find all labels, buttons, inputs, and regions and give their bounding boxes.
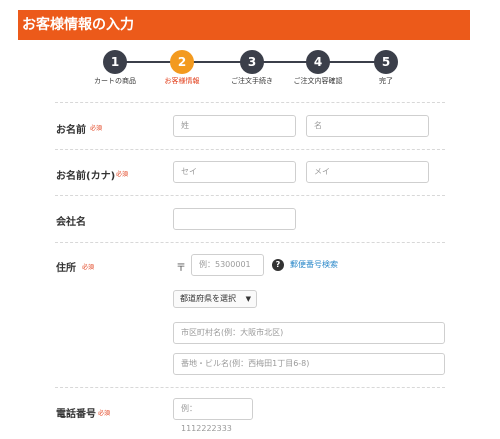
street-input[interactable]: 番地・ビル名(例：西梅田1丁目6-8) — [173, 353, 445, 375]
step-2-circle: 2 — [170, 50, 194, 74]
help-icon[interactable]: ? — [272, 259, 284, 271]
first-name-input[interactable]: 名 — [306, 115, 429, 137]
step-2-label: お客様情報 — [164, 77, 200, 85]
row-divider — [55, 195, 445, 196]
last-name-kana-input[interactable]: セイ — [173, 161, 296, 183]
address-label: 住所 — [56, 263, 76, 274]
company-input[interactable] — [173, 208, 296, 230]
postal-mark-icon: 〒 — [176, 263, 186, 274]
prefecture-select-value: 都道府県を選択 — [180, 294, 236, 303]
step-4-circle: 4 — [306, 50, 330, 74]
page-title: お客様情報の入力 — [22, 17, 134, 33]
postal-code-input[interactable]: 例：5300001 — [191, 254, 264, 276]
last-name-input[interactable]: 姓 — [173, 115, 296, 137]
phone-input[interactable]: 例：1112222333 — [173, 398, 253, 433]
step-5-circle: 5 — [374, 50, 398, 74]
name-label: お名前 — [56, 125, 86, 136]
step-5-label: 完了 — [379, 77, 393, 85]
step-1-circle: 1 — [103, 50, 127, 74]
row-divider — [55, 149, 445, 150]
first-name-kana-input[interactable]: メイ — [306, 161, 429, 183]
required-badge: 必須 — [98, 410, 111, 417]
city-input[interactable]: 市区町村名(例：大阪市北区) — [173, 322, 445, 344]
required-badge: 必須 — [116, 171, 129, 178]
chevron-down-icon: ▼ — [245, 295, 251, 303]
required-badge: 必須 — [90, 125, 103, 132]
phone-label: 電話番号 — [56, 409, 96, 420]
page-header: お客様情報の入力 — [18, 10, 470, 40]
postal-lookup-link[interactable]: 郵便番号検索 — [290, 259, 338, 270]
company-label: 会社名 — [56, 217, 86, 228]
row-divider — [55, 102, 445, 103]
step-3-circle: 3 — [240, 50, 264, 74]
row-divider — [55, 387, 445, 388]
checkout-stepper: 1 カートの商品 2 お客様情報 3 ご注文手続き 4 ご注文内容確認 5 完了 — [0, 50, 500, 90]
required-badge: 必須 — [82, 264, 95, 271]
kana-label: お名前(カナ) — [56, 171, 116, 182]
prefecture-select[interactable]: 都道府県を選択 ▼ — [173, 290, 257, 308]
row-divider — [55, 242, 445, 243]
